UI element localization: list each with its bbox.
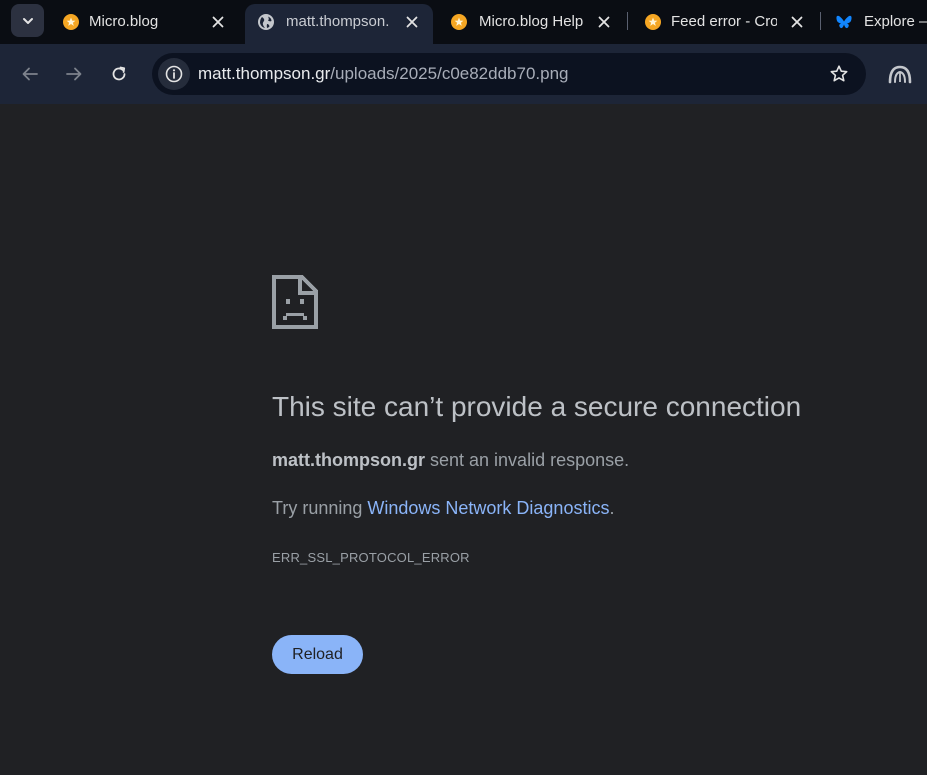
error-host: matt.thompson.gr xyxy=(272,450,425,470)
suggestion-prefix: Try running xyxy=(272,498,368,518)
star-icon xyxy=(830,65,848,82)
error-description-text: sent an invalid response. xyxy=(425,450,630,470)
tab-title: Explore — xyxy=(864,13,927,30)
tab-matt-thompson[interactable]: matt.thompson. xyxy=(245,4,433,44)
tab-explore-bluesky[interactable]: Explore — xyxy=(821,4,927,40)
close-tab-button[interactable] xyxy=(403,13,421,31)
close-icon xyxy=(212,16,224,28)
error-description: matt.thompson.gr sent an invalid respons… xyxy=(272,448,629,472)
url-host: matt.thompson.gr xyxy=(198,64,331,83)
tab-microblog-help[interactable]: Micro.blog Help xyxy=(434,4,624,40)
sad-document-icon xyxy=(272,275,318,329)
globe-icon xyxy=(258,14,274,30)
reload-page-button[interactable] xyxy=(103,58,135,90)
network-diagnostics-link[interactable]: Windows Network Diagnostics xyxy=(367,498,609,518)
microblog-icon xyxy=(63,14,79,30)
tab-search-button[interactable] xyxy=(11,4,44,37)
error-heading: This site can’t provide a secure connect… xyxy=(272,391,802,422)
info-icon xyxy=(165,65,183,83)
refresh-icon xyxy=(112,66,126,81)
close-tab-button[interactable] xyxy=(595,13,613,31)
browser-toolbar: matt.thompson.gr/uploads/2025/c0e82ddb70… xyxy=(0,44,927,104)
tab-strip: Micro.blog matt.thompson. Micro.blog Hel… xyxy=(0,0,927,44)
tab-title: Micro.blog Help xyxy=(479,13,584,30)
bluesky-butterfly-icon xyxy=(836,15,852,29)
back-button[interactable] xyxy=(14,58,46,90)
close-icon xyxy=(598,16,610,28)
forward-button[interactable] xyxy=(58,58,90,90)
error-suggestion: Try running Windows Network Diagnostics. xyxy=(272,496,614,520)
tab-title: Micro.blog xyxy=(89,13,159,30)
close-tab-button[interactable] xyxy=(788,13,806,31)
url-path: /uploads/2025/c0e82ddb70.png xyxy=(330,64,569,83)
tab-microblog[interactable]: Micro.blog xyxy=(46,4,242,40)
suggestion-suffix: . xyxy=(609,498,615,518)
error-code: ERR_SSL_PROTOCOL_ERROR xyxy=(272,550,470,565)
tab-feed-error[interactable]: Feed error - Cro xyxy=(628,4,818,40)
extension-button[interactable] xyxy=(886,58,914,90)
bookmark-button[interactable] xyxy=(828,63,850,85)
arrow-right-icon xyxy=(66,67,82,81)
extension-arc-icon xyxy=(888,65,912,84)
close-icon xyxy=(406,16,418,28)
tab-title: Feed error - Cro xyxy=(671,13,777,30)
arrow-left-icon xyxy=(22,67,38,81)
reload-button[interactable]: Reload xyxy=(272,635,363,674)
error-page: This site can’t provide a secure connect… xyxy=(0,104,927,775)
close-tab-button[interactable] xyxy=(209,13,227,31)
chevron-down-icon xyxy=(22,17,33,24)
tab-title: matt.thompson. xyxy=(286,13,390,30)
microblog-icon xyxy=(645,14,661,30)
site-info-button[interactable] xyxy=(158,58,190,90)
close-icon xyxy=(791,16,803,28)
microblog-icon xyxy=(451,14,467,30)
url-text: matt.thompson.gr/uploads/2025/c0e82ddb70… xyxy=(198,64,569,84)
address-bar[interactable]: matt.thompson.gr/uploads/2025/c0e82ddb70… xyxy=(152,53,866,95)
